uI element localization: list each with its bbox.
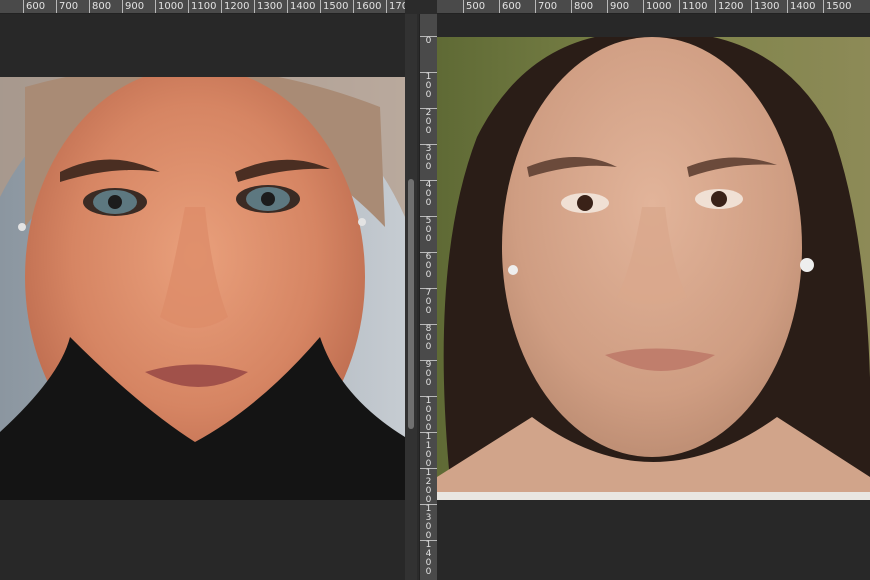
ruler-tick-label: 600 (420, 252, 437, 280)
ruler-tick-label: 500 (420, 216, 437, 244)
ruler-tick-label: 1200 (221, 0, 249, 13)
ruler-tick-label: 900 (420, 360, 437, 388)
portrait-left-photo-icon (0, 77, 405, 500)
scrollbar-thumb[interactable] (408, 179, 414, 429)
left-portrait-photo[interactable] (0, 77, 405, 500)
ruler-tick-label: 1100 (188, 0, 216, 13)
ruler-tick-label: 700 (420, 288, 437, 316)
ruler-tick-label: 900 (122, 0, 144, 13)
ruler-tick-label: 1100 (679, 0, 707, 13)
ruler-tick-label: 300 (420, 144, 437, 172)
ruler-tick-label: 1400 (787, 0, 815, 13)
ruler-tick-label: 1100 (420, 432, 437, 469)
ruler-tick-label: 100 (420, 72, 437, 100)
ruler-tick-label: 1300 (254, 0, 282, 13)
ruler-tick-label: 800 (420, 324, 437, 352)
ruler-tick-label: 200 (420, 108, 437, 136)
ruler-tick-label: 800 (89, 0, 111, 13)
ruler-tick-label: 600 (499, 0, 521, 13)
ruler-tick-label: 700 (56, 0, 78, 13)
ruler-tick-label: 400 (420, 180, 437, 208)
ruler-tick-label: 1000 (155, 0, 183, 13)
ruler-tick-label: 1500 (823, 0, 851, 13)
ruler-tick-label: 1300 (420, 504, 437, 541)
vertical-scrollbar[interactable] (405, 14, 417, 580)
ruler-tick-label: 900 (607, 0, 629, 13)
right-horizontal-ruler[interactable]: 500 600 700 800 900 1000 1100 1200 1300 … (437, 0, 870, 14)
ruler-tick-label: 800 (571, 0, 593, 13)
ruler-tick-label: 1200 (420, 468, 437, 505)
ruler-tick-label: 1600 (353, 0, 381, 13)
ruler-tick-label: 1400 (420, 540, 437, 577)
portrait-right-photo-icon (437, 37, 870, 500)
left-horizontal-ruler[interactable]: 600 700 800 900 1000 1100 1200 1300 1400… (0, 0, 405, 14)
ruler-tick-label: 1700 (386, 0, 405, 13)
ruler-tick-label: 1000 (643, 0, 671, 13)
ruler-tick-label: 1000 (420, 396, 437, 433)
ruler-tick-label: 1300 (751, 0, 779, 13)
ruler-tick-label: 0 (420, 36, 437, 46)
right-portrait-photo[interactable] (437, 37, 870, 500)
ruler-tick-label: 1500 (320, 0, 348, 13)
ruler-tick-label: 500 (463, 0, 485, 13)
ruler-tick-label: 1400 (287, 0, 315, 13)
vertical-ruler[interactable]: 0 100 200 300 400 500 600 700 800 900 10… (419, 14, 438, 580)
ruler-tick-label: 600 (23, 0, 45, 13)
ruler-tick-label: 700 (535, 0, 557, 13)
ruler-tick-label: 1200 (715, 0, 743, 13)
